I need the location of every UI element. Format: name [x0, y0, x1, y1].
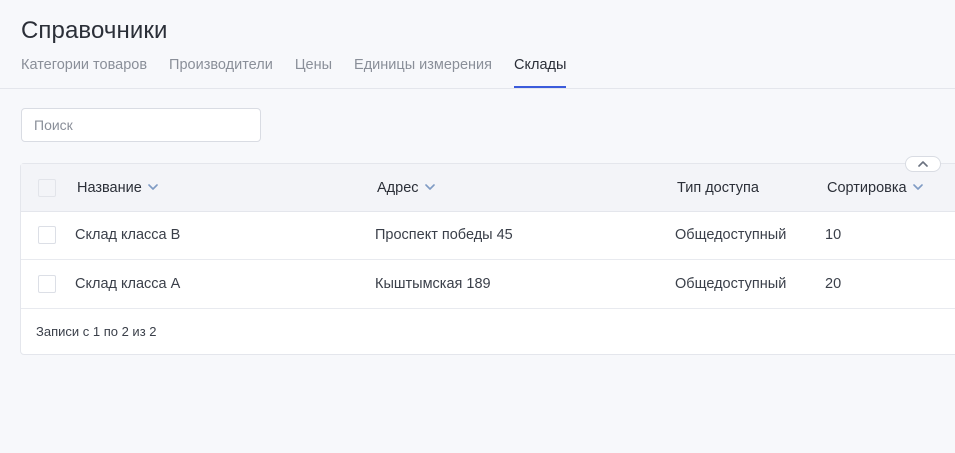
- chevron-down-icon: [424, 184, 435, 190]
- page-title: Справочники: [21, 17, 168, 44]
- collapse-toggle-button[interactable]: [905, 156, 941, 172]
- chevron-down-icon: [147, 184, 158, 190]
- tab-prices[interactable]: Цены: [295, 56, 332, 88]
- chevron-down-icon: [912, 184, 923, 190]
- column-header-address[interactable]: Адрес: [377, 180, 435, 196]
- tab-warehouses[interactable]: Склады: [514, 56, 567, 88]
- column-header-sorting-label: Сортировка: [827, 180, 907, 196]
- cell-address: Проспект победы 45: [375, 227, 513, 243]
- table-header: Название Адрес Тип доступа Сортировка: [21, 164, 955, 212]
- cell-name: Склад класса B: [75, 227, 181, 243]
- chevron-up-icon: [918, 161, 928, 167]
- records-info: Записи с 1 по 2 из 2: [36, 324, 157, 339]
- column-header-name-label: Название: [77, 180, 142, 196]
- cell-sorting: 20: [825, 276, 842, 292]
- tab-manufacturers[interactable]: Производители: [169, 56, 273, 88]
- tabs-bar: Категории товаров Производители Цены Еди…: [21, 56, 955, 89]
- page: Справочники Категории товаров Производит…: [0, 0, 955, 453]
- tab-units[interactable]: Единицы измерения: [354, 56, 492, 88]
- column-header-name[interactable]: Название: [77, 180, 158, 196]
- tab-product-categories[interactable]: Категории товаров: [21, 56, 147, 88]
- tabs-divider: [0, 88, 955, 89]
- cell-sorting: 10: [825, 227, 842, 243]
- cell-name: Склад класса А: [75, 276, 181, 292]
- row-checkbox[interactable]: [38, 226, 56, 244]
- column-header-address-label: Адрес: [377, 180, 419, 196]
- cell-access-type: Общедоступный: [675, 227, 787, 243]
- column-header-access-type: Тип доступа: [677, 180, 759, 196]
- search-input[interactable]: [21, 108, 261, 142]
- table-row[interactable]: Склад класса B Проспект победы 45 Общедо…: [21, 212, 955, 260]
- cell-access-type: Общедоступный: [675, 276, 787, 292]
- column-header-sorting[interactable]: Сортировка: [827, 180, 923, 196]
- select-all-checkbox[interactable]: [38, 179, 56, 197]
- row-checkbox[interactable]: [38, 275, 56, 293]
- warehouses-table: Название Адрес Тип доступа Сортировка Ск…: [20, 163, 955, 355]
- table-row[interactable]: Склад класса А Кыштымская 189 Общедоступ…: [21, 261, 955, 309]
- cell-address: Кыштымская 189: [375, 276, 491, 292]
